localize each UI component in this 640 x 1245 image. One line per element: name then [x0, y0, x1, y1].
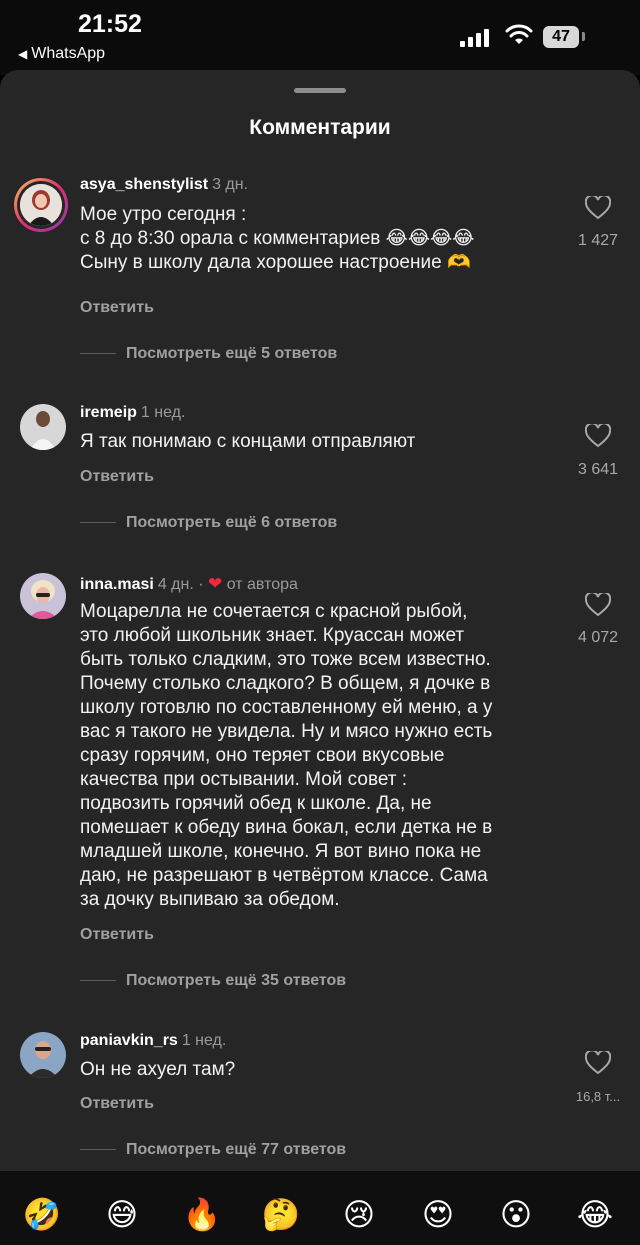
emoji-reaction-bar: 🤣 😅 🔥 🤔 😢 😍 😮 😂 [0, 1170, 640, 1245]
view-more-replies[interactable]: Посмотреть ещё 5 ответов [80, 345, 337, 363]
heart-outline-icon [585, 196, 611, 220]
author-heart-icon: ❤ [208, 574, 223, 593]
reply-button[interactable]: Ответить [80, 468, 154, 486]
avatar[interactable] [20, 404, 66, 450]
battery-cap [582, 32, 585, 41]
back-arrow-icon: ◀ [18, 47, 28, 61]
reply-button[interactable]: Ответить [80, 926, 154, 944]
user-photo-icon [20, 573, 66, 619]
wifi-icon [505, 24, 533, 44]
battery-icon: 47 [543, 26, 579, 48]
emoji-surprised-button[interactable]: 😮 [496, 1195, 536, 1235]
comment-text: Он не ахуел там? [80, 1059, 236, 1080]
emoji-heart-eyes-button[interactable]: 😍 [418, 1195, 458, 1235]
back-to-app-link[interactable]: ◀ WhatsApp [18, 45, 105, 63]
reply-button[interactable]: Ответить [80, 1095, 154, 1113]
view-more-label: Посмотреть ещё 6 ответов [126, 514, 338, 531]
view-more-replies[interactable]: Посмотреть ещё 77 ответов [80, 1141, 346, 1159]
user-photo-icon [20, 1032, 66, 1078]
comment-username[interactable]: inna.masi [80, 576, 154, 593]
emoji-sweat-smile-button[interactable]: 😅 [102, 1195, 142, 1235]
avatar[interactable] [20, 573, 66, 619]
heart-outline-icon [585, 424, 611, 448]
emoji-joy-button[interactable]: 😂 [575, 1195, 615, 1235]
author-note: от автора [226, 576, 298, 593]
like-count: 16,8 т... [575, 1089, 621, 1104]
view-more-replies[interactable]: Посмотреть ещё 35 ответов [80, 972, 346, 990]
comment-username[interactable]: paniavkin_rs [80, 1032, 178, 1049]
like-button[interactable] [572, 196, 624, 220]
reply-button[interactable]: Ответить [80, 299, 154, 317]
comment-username[interactable]: iremeip [80, 404, 137, 421]
comment-time: 1 нед. [181, 1032, 227, 1049]
like-button[interactable] [572, 1051, 624, 1075]
sheet-title: Комментарии [249, 116, 391, 139]
comment-time: 3 дн. [212, 176, 249, 193]
heart-outline-icon [585, 1051, 611, 1075]
like-button[interactable] [572, 424, 624, 448]
user-photo-icon [20, 404, 66, 450]
comment-text: Мое утро сегодня : с 8 до 8:30 орала с к… [80, 204, 475, 273]
comments-sheet: Комментарии asya_shenstylist 3 дн. Мое ут… [0, 70, 640, 1244]
heart-outline-icon [585, 593, 611, 617]
avatar[interactable] [20, 1032, 66, 1078]
emoji-rofl-button[interactable]: 🤣 [22, 1195, 62, 1235]
comment-text: Моцарелла не сочетается с красной рыбой,… [80, 601, 493, 910]
user-photo-icon [20, 184, 62, 226]
emoji-thinking-button[interactable]: 🤔 [261, 1195, 301, 1235]
status-bar: 21:52 ◀ WhatsApp 47 [0, 0, 640, 75]
status-time: 21:52 [78, 10, 142, 38]
comment-time: 1 нед. [140, 404, 186, 421]
comment-time: 4 дн. · [157, 576, 204, 593]
emoji-fire-button[interactable]: 🔥 [182, 1195, 222, 1235]
cellular-signal-icon [460, 27, 490, 47]
like-button[interactable] [572, 593, 624, 617]
view-more-label: Посмотреть ещё 5 ответов [126, 345, 338, 362]
emoji-crying-button[interactable]: 😢 [339, 1195, 379, 1235]
view-more-replies[interactable]: Посмотреть ещё 6 ответов [80, 514, 337, 532]
like-count: 3 641 [577, 461, 619, 478]
like-count: 1 427 [577, 232, 619, 249]
comment-text: Я так понимаю с концами отправляют [80, 431, 416, 452]
avatar[interactable] [14, 178, 68, 232]
back-app-label: WhatsApp [31, 45, 106, 62]
sheet-grabber[interactable] [294, 88, 346, 93]
view-more-label: Посмотреть ещё 35 ответов [126, 972, 347, 989]
comment-username[interactable]: asya_shenstylist [80, 176, 208, 193]
view-more-label: Посмотреть ещё 77 ответов [126, 1141, 347, 1158]
like-count: 4 072 [577, 629, 619, 646]
